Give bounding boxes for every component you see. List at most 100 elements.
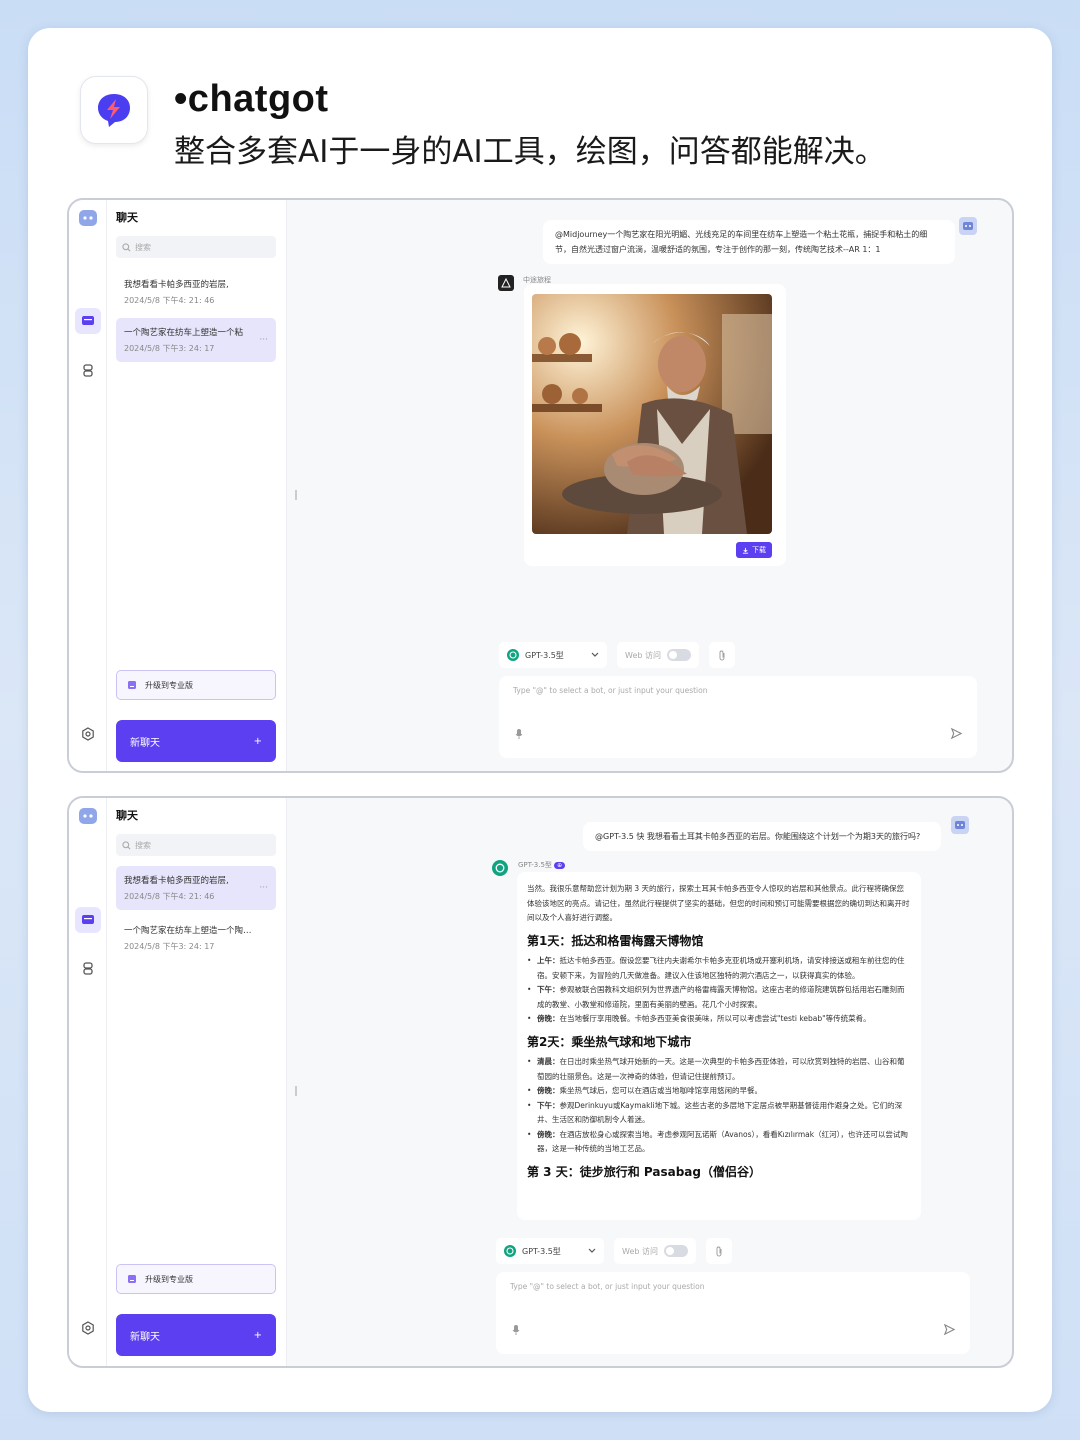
chat-sidebar: 聊天 搜索 我想看看卡帕多西亚的岩层, 2024/5/8 下午4: 21: 46… [107, 200, 287, 771]
chat-list-item[interactable]: 我想看看卡帕多西亚的岩层, 2024/5/8 下午4: 21: 46 [116, 270, 276, 314]
chat-list-item[interactable]: 一个陶艺家在纺车上塑造一个陶花... 2024/5/8 下午3: 24: 17 [116, 916, 276, 960]
list-item: 下午：参观被联合国教科文组织列为世界遗产的格雷梅露天博物馆。这座古老的修道院建筑… [527, 983, 911, 1012]
download-icon [742, 547, 749, 554]
upgrade-button[interactable]: 升级到专业版 [116, 670, 276, 700]
download-button[interactable]: 下载 [736, 542, 772, 558]
item-text: 在酒店放松身心或探索当地。考虑参观阿瓦诺斯（Avanos），看看Kızılırm… [537, 1129, 908, 1154]
message-input[interactable]: Type "@" to select a bot, or just input … [496, 1272, 970, 1354]
send-icon[interactable] [950, 727, 963, 742]
attach-button[interactable] [705, 1238, 732, 1264]
chat-title: 我想看看卡帕多西亚的岩层, [124, 280, 229, 290]
list-item: 傍晚：在酒店放松身心或探索当地。考虑参观阿瓦诺斯（Avanos），看看Kızıl… [527, 1128, 911, 1157]
upgrade-button[interactable]: 升级到专业版 [116, 1264, 276, 1294]
day3-heading: 第 3 天：徒步旅行和 Pasabag（僧侣谷） [527, 1164, 761, 1179]
midjourney-bot-icon [498, 275, 514, 291]
plus-icon: + [253, 1329, 262, 1341]
attach-button[interactable] [708, 642, 735, 668]
chat-date: 2024/5/8 下午3: 24: 17 [124, 942, 215, 951]
chat-list-item-active[interactable]: 我想看看卡帕多西亚的岩层, 2024/5/8 下午4: 21: 46 ··· [116, 866, 276, 910]
input-placeholder: Type "@" to select a bot, or just input … [510, 1282, 705, 1291]
toggle-switch[interactable] [666, 649, 691, 661]
search-placeholder: 搜索 [135, 840, 151, 850]
bot-badge: ⊕ [554, 862, 566, 869]
search-input[interactable]: 搜索 [116, 834, 276, 856]
search-icon [122, 242, 131, 251]
item-key: 傍晚： [537, 1014, 560, 1023]
new-chat-label: 新聊天 [130, 1331, 160, 1343]
item-key: 傍晚： [537, 1129, 560, 1139]
chat-toolbar: GPT-3.5型 Web 访问 [496, 1238, 732, 1264]
web-access-toggle[interactable]: Web 访问 [614, 1238, 696, 1264]
app-avatar-icon[interactable] [78, 806, 98, 826]
message-input[interactable]: Type "@" to select a bot, or just input … [499, 676, 977, 758]
chat-nav-icon[interactable] [75, 907, 101, 933]
chat-main: @Midjourney一个陶艺家在阳光明媚、光线充足的车间里在纺车上塑造一个粘土… [287, 200, 1012, 771]
bot-answer: 当然。我很乐意帮助您计划为期 3 天的旅行，探索土耳其卡帕多西亚令人惊叹的岩层和… [517, 872, 921, 1220]
user-avatar-icon [951, 816, 969, 834]
day2-list: 清晨：在日出时乘坐热气球开始新的一天。这是一次典型的卡帕多西亚体验，可以欣赏到独… [527, 1055, 911, 1157]
bot-nav-icon[interactable] [78, 360, 98, 380]
microphone-icon[interactable] [512, 1324, 520, 1338]
chat-title: 一个陶艺家在纺车上塑造一个陶花... [124, 926, 256, 936]
sidebar-title: 聊天 [116, 809, 138, 822]
new-chat-button[interactable]: 新聊天 + [116, 1314, 276, 1356]
user-message: @Midjourney一个陶艺家在阳光明媚、光线充足的车间里在纺车上塑造一个粘土… [543, 220, 955, 264]
crown-icon [128, 1275, 136, 1283]
openai-bot-icon [492, 860, 508, 876]
model-select[interactable]: GPT-3.5型 [496, 1238, 604, 1264]
item-key: 傍晚： [537, 1086, 560, 1095]
chat-nav-icon[interactable] [75, 308, 101, 334]
item-key: 下午： [537, 1100, 560, 1110]
item-key: 下午： [537, 985, 560, 994]
new-chat-button[interactable]: 新聊天 + [116, 720, 276, 762]
bot-nav-icon[interactable] [78, 958, 98, 978]
chat-date: 2024/5/8 下午4: 21: 46 [124, 296, 215, 305]
chat-title: 一个陶艺家在纺车上塑造一个粘 [124, 328, 244, 338]
day1-list: 上午：抵达卡帕多西亚。假设您要飞往内夫谢希尔卡帕多克亚机场或开塞利机场，请安排接… [527, 954, 911, 1027]
generated-pottery-image[interactable] [532, 294, 772, 534]
user-message: @GPT-3.5 快 我想看看土耳其卡帕多西亚的岩层。你能围绕这个计划一个为期3… [583, 822, 941, 851]
chat-toolbar: GPT-3.5型 Web 访问 [499, 642, 735, 668]
list-item: 上午：抵达卡帕多西亚。假设您要飞往内夫谢希尔卡帕多克亚机场或开塞利机场，请安排接… [527, 954, 911, 983]
item-text: 参观Derinkuyu或Kaymakli地下城。这些古老的多层地下定居点被早期基… [537, 1100, 903, 1125]
screenshot-travel-plan: 聊天 搜索 我想看看卡帕多西亚的岩层, 2024/5/8 下午4: 21: 46… [67, 796, 1014, 1368]
model-select[interactable]: GPT-3.5型 [499, 642, 607, 668]
user-avatar-icon [959, 217, 977, 235]
app-avatar-icon[interactable] [78, 208, 98, 228]
chat-title: 我想看看卡帕多西亚的岩层, [124, 876, 229, 886]
day2-heading: 第2天：乘坐热气球和地下城市 [527, 1034, 692, 1049]
image-result-card: 下载 [524, 284, 786, 566]
screenshot-image-generation: 聊天 搜索 我想看看卡帕多西亚的岩层, 2024/5/8 下午4: 21: 46… [67, 198, 1014, 773]
settings-icon[interactable] [78, 724, 98, 744]
app-tagline: 整合多套AI于一身的AI工具，绘图，问答都能解决。 [174, 134, 886, 170]
item-text: 在日出时乘坐热气球开始新的一天。这是一次典型的卡帕多西亚体验，可以欣赏到独特的岩… [537, 1057, 905, 1081]
list-item: 傍晚：乘坐热气球后，您可以在酒店或当地咖啡馆享用悠闲的早餐。 [527, 1084, 911, 1099]
paperclip-icon [719, 650, 725, 660]
crown-icon [128, 681, 136, 689]
more-options-icon[interactable]: ··· [259, 335, 268, 345]
web-access-toggle[interactable]: Web 访问 [617, 642, 699, 668]
icon-rail [69, 200, 107, 771]
model-label: GPT-3.5型 [522, 1246, 561, 1256]
paperclip-icon [716, 1246, 722, 1256]
list-item: 傍晚：在当地餐厅享用晚餐。卡帕多西亚美食很美味，所以可以考虑尝试"testi k… [527, 1012, 911, 1027]
web-access-label: Web 访问 [622, 1246, 658, 1256]
search-input[interactable]: 搜索 [116, 236, 276, 258]
item-text: 在当地餐厅享用晚餐。卡帕多西亚美食很美味，所以可以考虑尝试"testi keba… [559, 1014, 871, 1023]
icon-rail [69, 798, 107, 1366]
list-item: 下午：参观Derinkuyu或Kaymakli地下城。这些古老的多层地下定居点被… [527, 1099, 911, 1128]
new-chat-label: 新聊天 [130, 737, 160, 749]
plus-icon: + [253, 735, 262, 747]
microphone-icon[interactable] [515, 728, 523, 742]
chatgot-logo [80, 76, 148, 144]
bot-name-text: GPT-3.5型 [518, 861, 552, 869]
item-key: 清晨： [537, 1057, 560, 1066]
toggle-switch[interactable] [663, 1245, 688, 1257]
settings-icon[interactable] [78, 1318, 98, 1338]
more-options-icon[interactable]: ··· [259, 883, 268, 893]
chat-date: 2024/5/8 下午3: 24: 17 [124, 344, 215, 353]
chat-list-item-active[interactable]: 一个陶艺家在纺车上塑造一个粘 2024/5/8 下午3: 24: 17 ··· [116, 318, 276, 362]
send-icon[interactable] [943, 1323, 956, 1338]
answer-intro: 当然。我很乐意帮助您计划为期 3 天的旅行，探索土耳其卡帕多西亚令人惊叹的岩层和… [527, 884, 910, 922]
input-placeholder: Type "@" to select a bot, or just input … [513, 686, 708, 695]
